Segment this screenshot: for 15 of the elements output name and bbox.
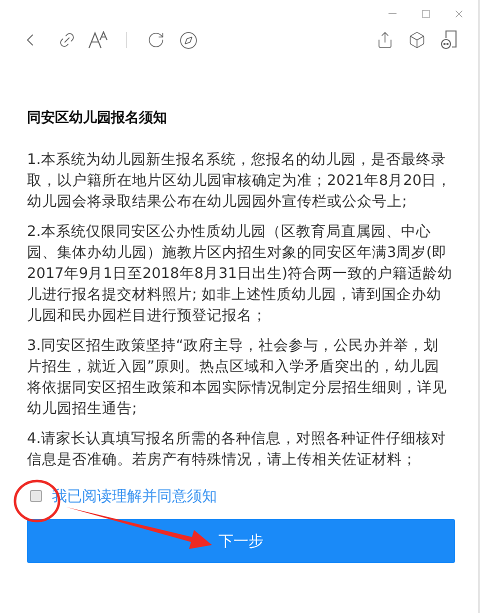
notice-title: 同安区幼儿园报名须知	[27, 108, 168, 128]
agree-checkbox[interactable]	[30, 490, 42, 502]
notice-paragraph: 1.本系统为幼儿园新生报名系统，您报名的幼儿园，是否最终录取，以户籍所在地片区幼儿园审核确定为准；2021年8月20日，幼儿园会将录取结果公布在幼儿园园外宣传栏或公众号上;	[27, 150, 453, 212]
compass-icon[interactable]	[179, 30, 198, 50]
next-button[interactable]: 下一步	[27, 519, 455, 563]
notice-paragraph: 4.请家长认真填写报名所需的各种信息，对照各种证件仔细核对信息是否准确。若房产有特殊情况，请上传相关佐证材料；	[27, 430, 447, 470]
notice-paragraph: 3.同安区招生政策坚持“政府主导，社会参与，公民办并举，划片招生，就近入园”原则。热点区域和入学矛盾突出的，幼儿园将依据同安区招生政策和本园实际情况制定分层招生细则，详见幼儿园招生通告;	[27, 336, 448, 419]
mini-program-icon[interactable]	[440, 30, 458, 50]
share-icon[interactable]	[376, 31, 394, 49]
cube-icon[interactable]	[408, 31, 426, 49]
link-icon[interactable]	[58, 31, 76, 49]
font-size-icon[interactable]	[88, 31, 110, 49]
maximize-icon[interactable]	[421, 7, 431, 20]
notice-paragraph: 2.本系统仅限同安区公办性质幼儿园（区教育局直属园、中心园、集体办幼儿园）施教片区内招生对象的同安区年满3周岁(即2017年9月1日至2018年8月31日出生)符合两一致的户籍适龄幼儿进行报名提交材料照片; 如非上述性质幼儿园，请到国企办幼儿园和民办园栏目进行预登记报名；	[27, 222, 453, 326]
refresh-icon[interactable]	[147, 31, 165, 49]
